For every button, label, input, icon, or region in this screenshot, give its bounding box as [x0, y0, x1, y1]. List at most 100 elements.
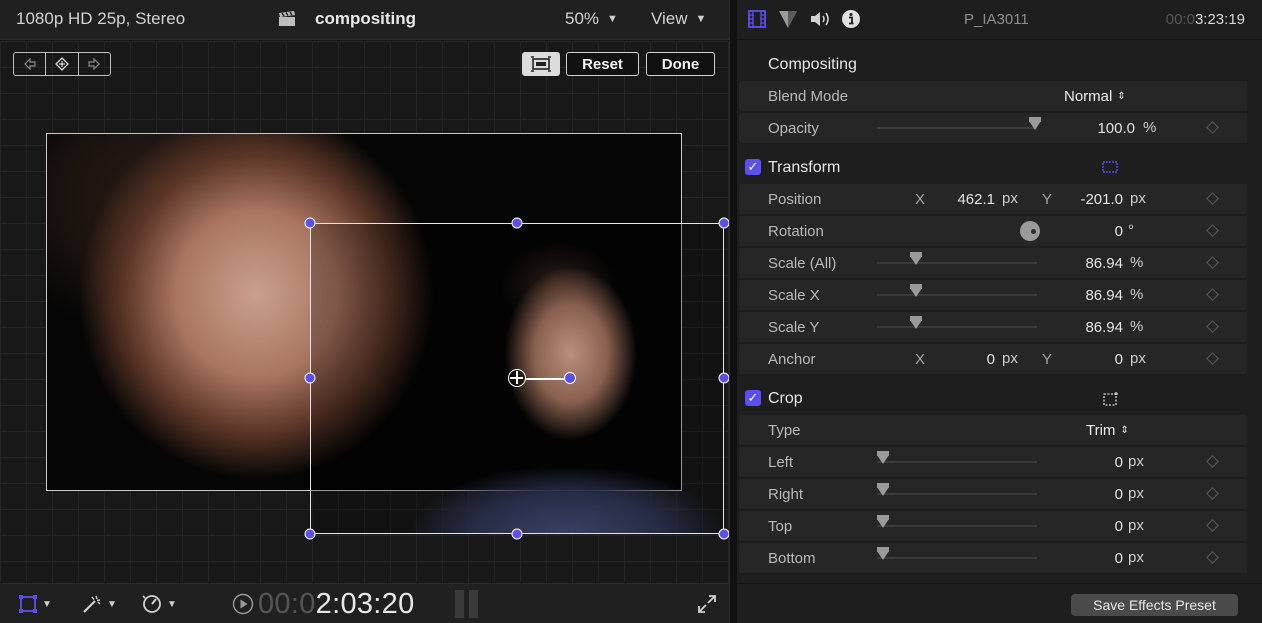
anchor-keyframe-button[interactable]	[1206, 352, 1219, 365]
keyframe-diamond-icon	[55, 57, 69, 71]
enhancements-menu[interactable]: ▼	[81, 594, 117, 614]
rotation-keyframe-button[interactable]	[1206, 224, 1219, 237]
opacity-slider[interactable]	[877, 127, 1037, 129]
scale-all-slider[interactable]	[877, 262, 1037, 264]
reset-button[interactable]: Reset	[566, 52, 639, 76]
opacity-value[interactable]: 100.0	[1069, 120, 1135, 137]
play-button[interactable]	[232, 593, 254, 615]
transform-handle-top[interactable]	[511, 217, 523, 229]
crop-top-value[interactable]: 0	[1069, 518, 1123, 535]
viewer-canvas[interactable]: Reset Done	[0, 41, 729, 583]
view-menu[interactable]: View ▼	[651, 9, 706, 29]
crop-top-keyframe-button[interactable]	[1206, 519, 1219, 532]
crop-left-keyframe-button[interactable]	[1206, 455, 1219, 468]
anchor-x-value[interactable]: 0	[939, 351, 995, 368]
position-keyframe-button[interactable]	[1206, 192, 1219, 205]
crop-bottom-slider-thumb[interactable]	[877, 547, 889, 560]
crop-top-slider-thumb[interactable]	[877, 515, 889, 528]
anchor-y-value[interactable]: 0	[1069, 351, 1123, 368]
arrow-left-icon	[23, 58, 36, 70]
crop-left-slider[interactable]	[877, 461, 1037, 463]
crop-type-popup[interactable]: Trim ⇕	[1086, 422, 1129, 439]
crop-bottom-value[interactable]: 0	[1069, 550, 1123, 567]
retime-menu[interactable]: ▼	[141, 594, 177, 614]
color-inspector-tab[interactable]	[778, 9, 798, 34]
scale-x-keyframe-button[interactable]	[1206, 288, 1219, 301]
scale-all-value[interactable]: 86.94	[1069, 255, 1123, 272]
chevron-down-icon: ▼	[42, 598, 52, 610]
scale-y-value[interactable]: 86.94	[1069, 319, 1123, 336]
scale-y-keyframe-button[interactable]	[1206, 320, 1219, 333]
scale-y-slider[interactable]	[877, 326, 1037, 328]
crop-section-header[interactable]: ✓ Crop	[737, 383, 1247, 413]
view-menu-label: View	[651, 9, 688, 28]
zoom-menu[interactable]: 50% ▼	[565, 9, 618, 29]
opacity-keyframe-button[interactable]	[1206, 121, 1219, 134]
playhead-timecode[interactable]: 00:02:03:20	[258, 588, 415, 621]
crop-bottom-slider[interactable]	[877, 557, 1037, 559]
crop-left-value[interactable]: 0	[1069, 454, 1123, 471]
crop-top-slider[interactable]	[877, 525, 1037, 527]
crop-bottom-keyframe-button[interactable]	[1206, 551, 1219, 564]
compositing-section-header[interactable]: Compositing	[737, 49, 1247, 79]
info-inspector-tab[interactable]	[841, 9, 861, 34]
crop-top-row: Top 0 px	[739, 511, 1247, 541]
scale-all-slider-thumb[interactable]	[910, 252, 922, 265]
crop-right-value[interactable]: 0	[1069, 486, 1123, 503]
transform-handle-bottom[interactable]	[511, 528, 523, 540]
transform-mode-button[interactable]	[522, 52, 560, 76]
scale-all-row: Scale (All) 86.94 %	[739, 248, 1247, 278]
scale-all-keyframe-button[interactable]	[1206, 256, 1219, 269]
crop-right-unit: px	[1128, 485, 1144, 502]
blend-mode-popup[interactable]: Normal ⇕	[1064, 88, 1126, 105]
scale-x-slider-thumb[interactable]	[910, 284, 922, 297]
scale-x-value[interactable]: 86.94	[1069, 287, 1123, 304]
done-button[interactable]: Done	[646, 52, 715, 76]
crop-right-slider-thumb[interactable]	[877, 483, 889, 496]
transform-enable-checkbox[interactable]: ✓	[745, 159, 761, 175]
scale-y-slider-thumb[interactable]	[910, 316, 922, 329]
rotation-dial[interactable]	[1020, 221, 1040, 241]
panel-divider[interactable]	[729, 0, 737, 623]
transform-section-header[interactable]: ✓ Transform	[737, 152, 1247, 182]
crop-title: Crop	[768, 390, 803, 407]
rotation-unit: °	[1128, 222, 1134, 239]
position-y-value[interactable]: -201.0	[1055, 191, 1123, 208]
rotation-handle[interactable]	[564, 372, 576, 384]
crop-left-slider-thumb[interactable]	[877, 451, 889, 464]
transform-tool-menu[interactable]: ▼	[18, 594, 52, 614]
transform-handle-top-left[interactable]	[304, 217, 316, 229]
crop-enable-checkbox[interactable]: ✓	[745, 390, 761, 406]
crop-icon	[1103, 392, 1118, 406]
crop-right-keyframe-button[interactable]	[1206, 487, 1219, 500]
position-y-unit: px	[1130, 190, 1146, 207]
crop-right-slider[interactable]	[877, 493, 1037, 495]
audio-inspector-tab[interactable]	[809, 9, 831, 34]
transform-handle-bottom-left[interactable]	[304, 528, 316, 540]
crop-left-label: Left	[768, 454, 794, 471]
position-x-unit: px	[1002, 190, 1018, 207]
scale-x-slider[interactable]	[877, 294, 1037, 296]
crop-onscreen-control-button[interactable]	[1101, 391, 1119, 412]
previous-keyframe-button[interactable]	[14, 53, 47, 75]
transform-handle-top-right[interactable]	[718, 217, 729, 229]
opacity-row: Opacity 100.0 %	[739, 113, 1247, 143]
transform-handle-right[interactable]	[718, 372, 729, 384]
position-x-value[interactable]: 462.1	[929, 191, 995, 208]
add-keyframe-button[interactable]	[46, 53, 79, 75]
anchor-row: Anchor X 0 px Y 0 px	[739, 344, 1247, 374]
transform-handle-bottom-right[interactable]	[718, 528, 729, 540]
position-label: Position	[768, 191, 822, 208]
save-effects-preset-button[interactable]: Save Effects Preset	[1071, 594, 1238, 616]
fullscreen-button[interactable]	[697, 594, 717, 614]
video-inspector-tab[interactable]	[747, 9, 767, 34]
crop-top-unit: px	[1128, 517, 1144, 534]
next-keyframe-button[interactable]	[79, 53, 110, 75]
rotation-value[interactable]: 0	[1069, 223, 1123, 240]
opacity-slider-thumb[interactable]	[1029, 117, 1041, 130]
anchor-point-handle[interactable]	[508, 369, 526, 387]
transform-handle-left[interactable]	[304, 372, 316, 384]
up-down-chevron-icon: ⇕	[1117, 91, 1126, 102]
crop-bottom-label: Bottom	[768, 550, 816, 567]
transform-onscreen-control-button[interactable]	[1101, 160, 1119, 179]
